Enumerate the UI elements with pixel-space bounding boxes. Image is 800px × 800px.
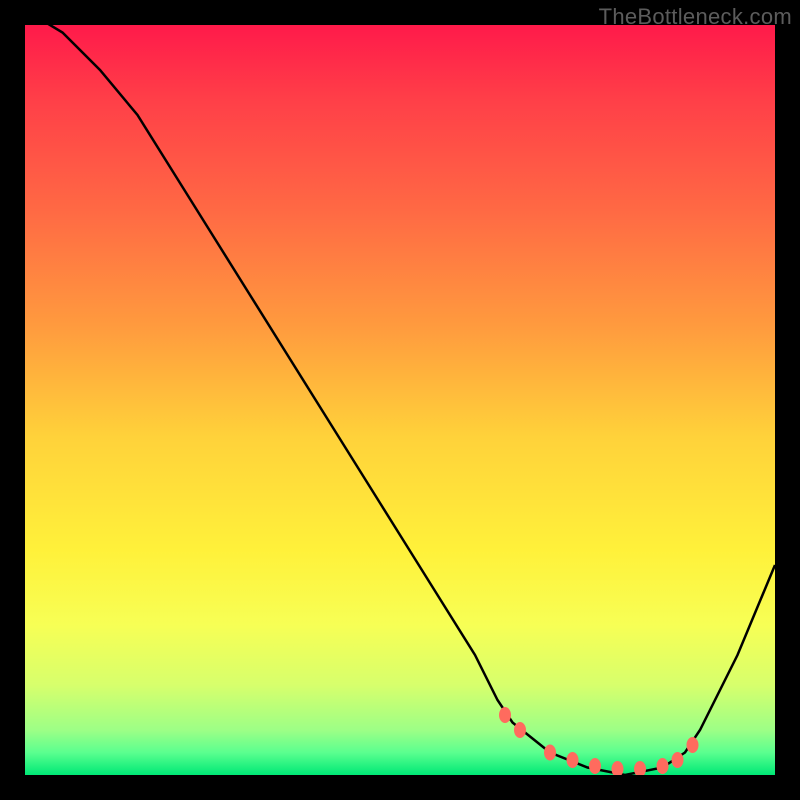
chart-frame: TheBottleneck.com — [0, 0, 800, 800]
gradient-background — [25, 25, 775, 775]
plot-area — [25, 25, 775, 775]
